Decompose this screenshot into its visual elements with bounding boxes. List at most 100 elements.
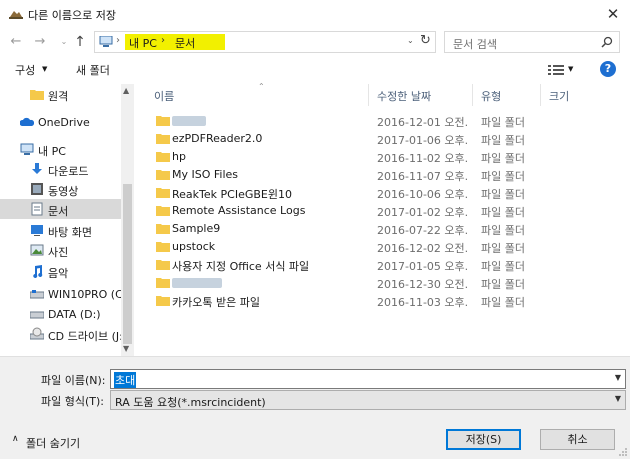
sidebar-item-label: 문서 (48, 205, 69, 218)
breadcrumb-separator[interactable]: › (116, 35, 120, 46)
filetype-label: 파일 형식(T): (41, 395, 104, 408)
pc-icon (99, 36, 113, 47)
table-row[interactable]: My ISO Files 2016-11-07 오후... 파일 폴더 (150, 166, 560, 184)
filename-label: 파일 이름(N): (41, 374, 106, 387)
chevron-down-icon[interactable]: ▼ (615, 373, 621, 382)
help-button[interactable]: ? (600, 61, 616, 77)
navigation-bar: ← → ⌄ ↑ › 내 PC › 문서 ⌄ ↻ 문서 검색 (0, 28, 630, 56)
column-header-type[interactable]: 유형 (481, 84, 501, 106)
close-button[interactable]: ✕ (596, 0, 630, 28)
file-date: 2017-01-05 오후... (377, 260, 467, 273)
sort-ascending-icon: ⌃ (258, 82, 265, 91)
hide-folders-button[interactable]: 폴더 숨기기 (26, 435, 80, 451)
cancel-button[interactable]: 취소 (540, 429, 615, 450)
folder-icon (156, 116, 170, 126)
sidebar-item-cd-drive[interactable]: CD 드라이브 (J:) (0, 324, 121, 344)
folder-icon (156, 260, 170, 270)
table-row[interactable]: 2016-12-01 오전... 파일 폴더 (150, 112, 560, 130)
table-row[interactable]: ezPDFReader2.0 2017-01-06 오후... 파일 폴더 (150, 130, 560, 148)
forward-button[interactable]: → (30, 32, 50, 52)
file-date: 2016-11-03 오후... (377, 296, 467, 309)
sidebar-item-label: CD 드라이브 (J:) (48, 330, 121, 343)
organize-button[interactable]: 구성 (15, 62, 35, 78)
breadcrumb-separator[interactable]: › (161, 35, 165, 46)
chevron-down-icon[interactable]: ⌄ (407, 36, 414, 45)
sidebar-item-documents[interactable]: 문서 (0, 199, 121, 219)
scroll-up-icon[interactable]: ▲ (123, 86, 129, 95)
resize-grip-icon[interactable] (618, 447, 628, 457)
table-row[interactable]: Remote Assistance Logs 2017-01-02 오후... 파일… (150, 202, 560, 220)
refresh-icon[interactable]: ↻ (420, 33, 431, 48)
toolbar: 구성 ▼ 새 폴더 ▼ ? (0, 56, 630, 84)
file-date: 2016-12-30 오전... (377, 278, 467, 291)
table-row[interactable]: 2016-12-30 오전... 파일 폴더 (150, 274, 560, 292)
file-name: 카카오톡 받은 파일 (172, 296, 260, 309)
folder-icon (30, 90, 44, 100)
sidebar-item-videos[interactable]: 동영상 (0, 179, 121, 199)
sidebar-item-label: DATA (D:) (48, 308, 101, 321)
table-row[interactable]: hp 2016-11-02 오후... 파일 폴더 (150, 148, 560, 166)
sidebar-item-label: 음악 (48, 267, 69, 280)
sidebar-item-desktop[interactable]: 바탕 화면 (0, 220, 121, 240)
column-divider[interactable] (540, 84, 541, 106)
file-name: Remote Assistance Logs (172, 204, 306, 217)
chevron-up-icon[interactable]: ∧ (12, 434, 19, 444)
table-row[interactable]: upstock 2016-12-02 오전... 파일 폴더 (150, 238, 560, 256)
file-type: 파일 폴더 (481, 134, 525, 147)
table-row[interactable]: Sample9 2016-07-22 오후... 파일 폴더 (150, 220, 560, 238)
navigation-pane-scrollbar[interactable]: ▲ ▼ (121, 84, 134, 356)
table-row[interactable]: ReakTek PCIeGBE윈10 2016-10-06 오후... 파일 폴더 (150, 184, 560, 202)
sidebar-item-onedrive[interactable]: OneDrive (0, 112, 121, 132)
drive-icon (30, 290, 44, 299)
file-date: 2016-12-01 오전... (377, 116, 467, 129)
sidebar-item-remote[interactable]: 원격 (0, 84, 121, 104)
app-icon (9, 11, 23, 19)
chevron-down-icon[interactable]: ▼ (42, 65, 47, 73)
search-input[interactable]: 문서 검색 (444, 31, 620, 53)
sidebar-item-drive-d[interactable]: DATA (D:) (0, 304, 121, 324)
file-type: 파일 폴더 (481, 170, 525, 183)
table-row[interactable]: 사용자 지정 Office 서식 파일 2017-01-05 오후... 파일 폴더 (150, 256, 560, 274)
file-date: 2016-11-02 오후... (377, 152, 467, 165)
column-divider[interactable] (472, 84, 473, 106)
address-bar[interactable]: › 내 PC › 문서 ⌄ ↻ (94, 31, 436, 53)
scrollbar-thumb[interactable] (123, 184, 132, 344)
breadcrumb-documents[interactable]: 문서 (175, 35, 195, 51)
file-date: 2016-12-02 오전... (377, 242, 467, 255)
sidebar-item-pictures[interactable]: 사진 (0, 240, 121, 260)
up-button[interactable]: ↑ (70, 32, 90, 52)
breadcrumb-pc[interactable]: 내 PC (129, 35, 157, 51)
filename-input[interactable]: 초대 ▼ (110, 369, 626, 389)
sidebar-item-label: OneDrive (38, 116, 90, 129)
file-type: 파일 폴더 (481, 260, 525, 273)
file-name: ezPDFReader2.0 (172, 132, 263, 145)
search-placeholder: 문서 검색 (453, 38, 497, 51)
column-header-size[interactable]: 크기 (549, 84, 569, 106)
download-icon (32, 163, 42, 174)
sidebar-item-music[interactable]: 음악 (0, 261, 121, 281)
sidebar-item-drive-c[interactable]: WIN10PRO (C:) (0, 284, 121, 304)
sidebar-item-downloads[interactable]: 다운로드 (0, 159, 121, 179)
column-divider[interactable] (368, 84, 369, 106)
table-row[interactable]: 카카오톡 받은 파일 2016-11-03 오후... 파일 폴더 (150, 292, 560, 310)
save-button[interactable]: 저장(S) (446, 429, 521, 450)
redacted-name (172, 116, 206, 126)
filename-value[interactable]: 초대 (114, 372, 137, 388)
file-type: 파일 폴더 (481, 242, 525, 255)
file-type: 파일 폴더 (481, 206, 525, 219)
sidebar-item-pc[interactable]: 내 PC (0, 139, 121, 159)
chevron-down-icon[interactable]: ▼ (615, 394, 621, 403)
column-header-name[interactable]: 이름 (154, 84, 174, 106)
back-button[interactable]: ← (6, 32, 26, 52)
new-folder-button[interactable]: 새 폴더 (76, 62, 110, 78)
chevron-down-icon[interactable]: ▼ (568, 65, 573, 73)
scroll-down-icon[interactable]: ▼ (123, 344, 129, 353)
folder-icon (156, 170, 170, 180)
column-header-date[interactable]: 수정한 날짜 (377, 84, 431, 106)
view-options-icon[interactable] (548, 64, 564, 76)
folder-icon (156, 242, 170, 252)
filetype-select[interactable]: RA 도움 요청(*.msrcincident) ▼ (110, 390, 626, 410)
title-bar: 다른 이름으로 저장 ✕ (0, 0, 630, 28)
cloud-icon (20, 117, 34, 126)
file-name: My ISO Files (172, 168, 239, 181)
